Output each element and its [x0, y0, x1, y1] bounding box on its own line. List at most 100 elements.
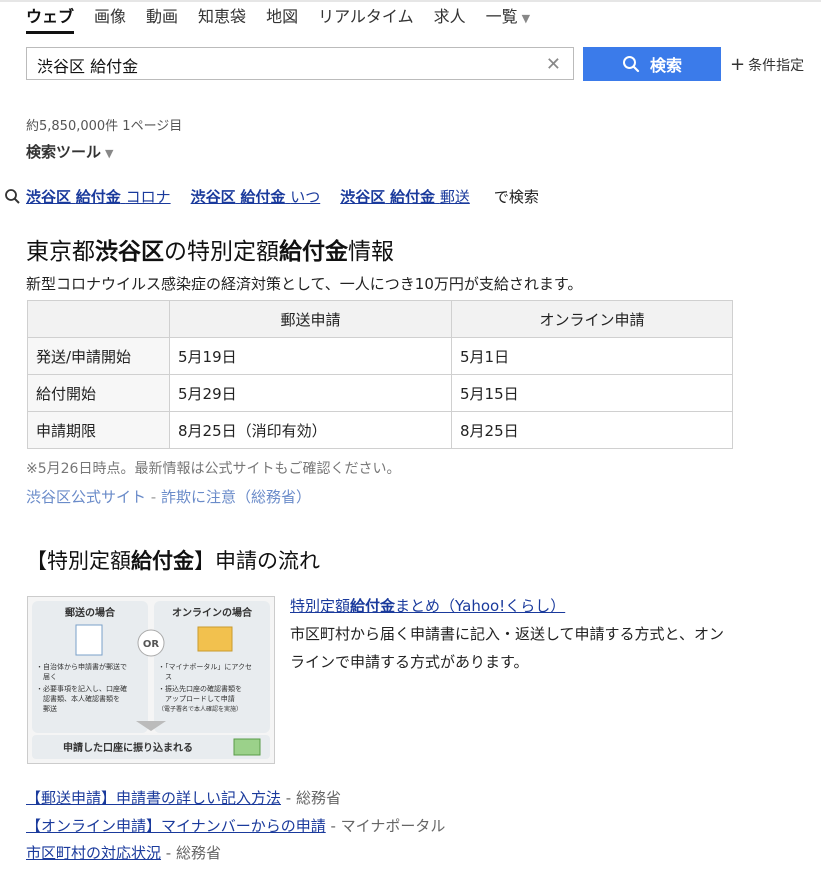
link-source-sep: -	[281, 789, 296, 807]
tab-jobs[interactable]: 求人	[434, 4, 466, 34]
title-part: 【特別定額	[26, 549, 131, 573]
info-note: ※5月26日時点。最新情報は公式サイトもご確認ください。	[26, 461, 401, 477]
link-source: マイナポータル	[340, 816, 446, 835]
related-term: 給付金	[75, 188, 121, 206]
related-link[interactable]: 渋谷区 給付金 いつ	[191, 186, 321, 207]
table-row: 給付開始 5月29日 5月15日	[27, 374, 733, 412]
search-input[interactable]	[35, 48, 539, 81]
table-cell: 8月25日	[451, 411, 733, 449]
search-box: ✕	[26, 47, 574, 81]
bottom-label: 申請した口座に振り込まれる	[63, 741, 193, 754]
official-site-link[interactable]: 渋谷区公式サイト	[26, 488, 146, 506]
flow-thumbnail[interactable]: 郵送の場合 オンラインの場合 OR ・自治体から申請書が郵送で 届く ・必要事項…	[27, 596, 275, 764]
caret-down-icon: ▼	[105, 147, 114, 160]
info-description: 新型コロナウイルス感染症の経済対策として、一人につき10万円が支給されます。	[26, 275, 583, 293]
title-part: 東京都	[26, 239, 95, 265]
title-part: 渋谷区	[95, 239, 164, 265]
title-part: の特別定額	[164, 239, 279, 265]
related-term: コロナ	[125, 188, 171, 206]
list-item: 市区町村の対応状況 - 総務省	[26, 840, 445, 868]
table-row: 発送/申請開始 5月19日 5月1日	[27, 337, 733, 375]
left-line: ・自治体から申請書が郵送で	[36, 662, 127, 671]
right-line: ・振込先口座の確認書類を	[158, 684, 242, 693]
right-line: ス	[158, 673, 172, 681]
related-term: 給付金	[390, 188, 436, 206]
related-searches: 渋谷区 給付金 コロナ 渋谷区 給付金 いつ 渋谷区 給付金 郵送 で検索	[4, 186, 539, 207]
table-cell: 5月15日	[451, 374, 733, 412]
tab-chiebukuro[interactable]: 知恵袋	[198, 4, 246, 34]
info-links: 渋谷区公式サイト - 詐欺に注意（総務省）	[26, 486, 311, 507]
passbook-icon	[233, 738, 261, 756]
search-tools-toggle[interactable]: 検索ツール ▼	[26, 141, 113, 162]
top-border	[0, 0, 821, 2]
flow-diagram: 郵送の場合 オンラインの場合 OR ・自治体から申請書が郵送で 届く ・必要事項…	[32, 601, 270, 759]
sub-link[interactable]: 【オンライン申請】マイナンバーからの申請	[26, 817, 326, 835]
right-line: ・「マイナポータル」にアクセ	[158, 662, 252, 671]
left-title: 郵送の場合	[65, 606, 116, 619]
related-suffix: で検索	[493, 188, 539, 206]
title-part: 】申請の流れ	[194, 549, 320, 573]
link-source: 総務省	[175, 844, 221, 862]
related-term: 渋谷区	[340, 188, 386, 206]
table-cell: 発送/申請開始	[27, 337, 170, 375]
tab-images[interactable]: 画像	[94, 4, 126, 34]
related-term: 渋谷区	[26, 188, 72, 206]
search-button[interactable]: 検索	[583, 47, 721, 81]
title-part: 給付金	[131, 549, 194, 573]
title-part: 特別定額	[290, 597, 351, 615]
search-button-label: 検索	[649, 56, 682, 75]
search-icon	[622, 56, 640, 73]
sub-link[interactable]: 【郵送申請】申請書の詳しい記入方法	[26, 789, 281, 807]
right-title: オンラインの場合	[172, 606, 253, 619]
results-count: 約5,850,000件 1ページ目	[26, 119, 183, 134]
search-tabs: ウェブ 画像 動画 知恵袋 地図 リアルタイム 求人 一覧 ▼	[26, 4, 550, 34]
table-header	[27, 300, 170, 338]
right-line: アップロードして申請	[158, 694, 235, 703]
link-source: 総務省	[295, 789, 341, 807]
table-cell: 8月25日（消印有効）	[169, 411, 452, 449]
left-line: 認書類、本人確認書類を	[36, 694, 120, 703]
left-line: 届く	[36, 673, 57, 681]
list-item: 【郵送申請】申請書の詳しい記入方法 - 総務省	[26, 785, 445, 813]
right-line: （電子署名で本人確認を実施）	[158, 705, 242, 713]
link-source-sep: -	[325, 816, 341, 835]
result-title-link[interactable]: 特別定額給付金まとめ（Yahoo!くらし）	[290, 595, 565, 616]
search-tools-label: 検索ツール	[26, 143, 102, 161]
table-cell: 5月1日	[451, 337, 733, 375]
left-line: ・必要事項を記入し、口座確	[36, 684, 127, 693]
sub-link[interactable]: 市区町村の対応状況	[26, 844, 161, 862]
left-line: 郵送	[36, 704, 57, 713]
fraud-warning-link[interactable]: 詐欺に注意（総務省）	[161, 488, 311, 506]
list-item: 【オンライン申請】マイナンバーからの申請 - マイナポータル	[26, 813, 445, 841]
document-icon	[75, 624, 103, 656]
tab-maps[interactable]: 地図	[266, 4, 298, 34]
related-link[interactable]: 渋谷区 給付金 郵送	[340, 186, 470, 207]
clear-icon[interactable]: ✕	[546, 54, 561, 75]
tab-realtime[interactable]: リアルタイム	[318, 4, 414, 34]
or-label: OR	[143, 639, 160, 650]
condition-link[interactable]: + 条件指定	[730, 54, 804, 75]
schedule-table: 郵送申請 オンライン申請 発送/申請開始 5月19日 5月1日 給付開始 5月2…	[27, 300, 733, 449]
result-description: 市区町村から届く申請書に記入・返送して申請する方式と、オンラインで申請する方式が…	[290, 625, 724, 671]
table-cell: 5月29日	[169, 374, 452, 412]
info-title: 東京都渋谷区の特別定額給付金情報	[26, 232, 394, 266]
title-part: 情報	[348, 239, 394, 265]
tab-list[interactable]: 一覧 ▼	[486, 4, 530, 34]
tab-videos[interactable]: 動画	[146, 4, 178, 34]
related-term: 渋谷区	[190, 188, 236, 206]
tab-web[interactable]: ウェブ	[26, 4, 75, 34]
related-term: 郵送	[439, 188, 470, 206]
magnifier-icon	[5, 188, 20, 204]
table-header: 郵送申請	[169, 300, 452, 338]
condition-label: 条件指定	[748, 58, 805, 74]
table-row: 申請期限 8月25日（消印有効） 8月25日	[27, 411, 733, 449]
related-term: 給付金	[240, 188, 286, 206]
tab-list-label: 一覧	[485, 7, 518, 26]
table-cell: 申請期限	[27, 411, 170, 449]
related-term: いつ	[290, 188, 321, 206]
plus-icon: +	[730, 54, 746, 75]
title-part: 給付金	[279, 239, 348, 265]
related-link[interactable]: 渋谷区 給付金 コロナ	[26, 186, 171, 207]
title-part: 給付金	[350, 597, 396, 615]
table-cell: 給付開始	[27, 374, 170, 412]
